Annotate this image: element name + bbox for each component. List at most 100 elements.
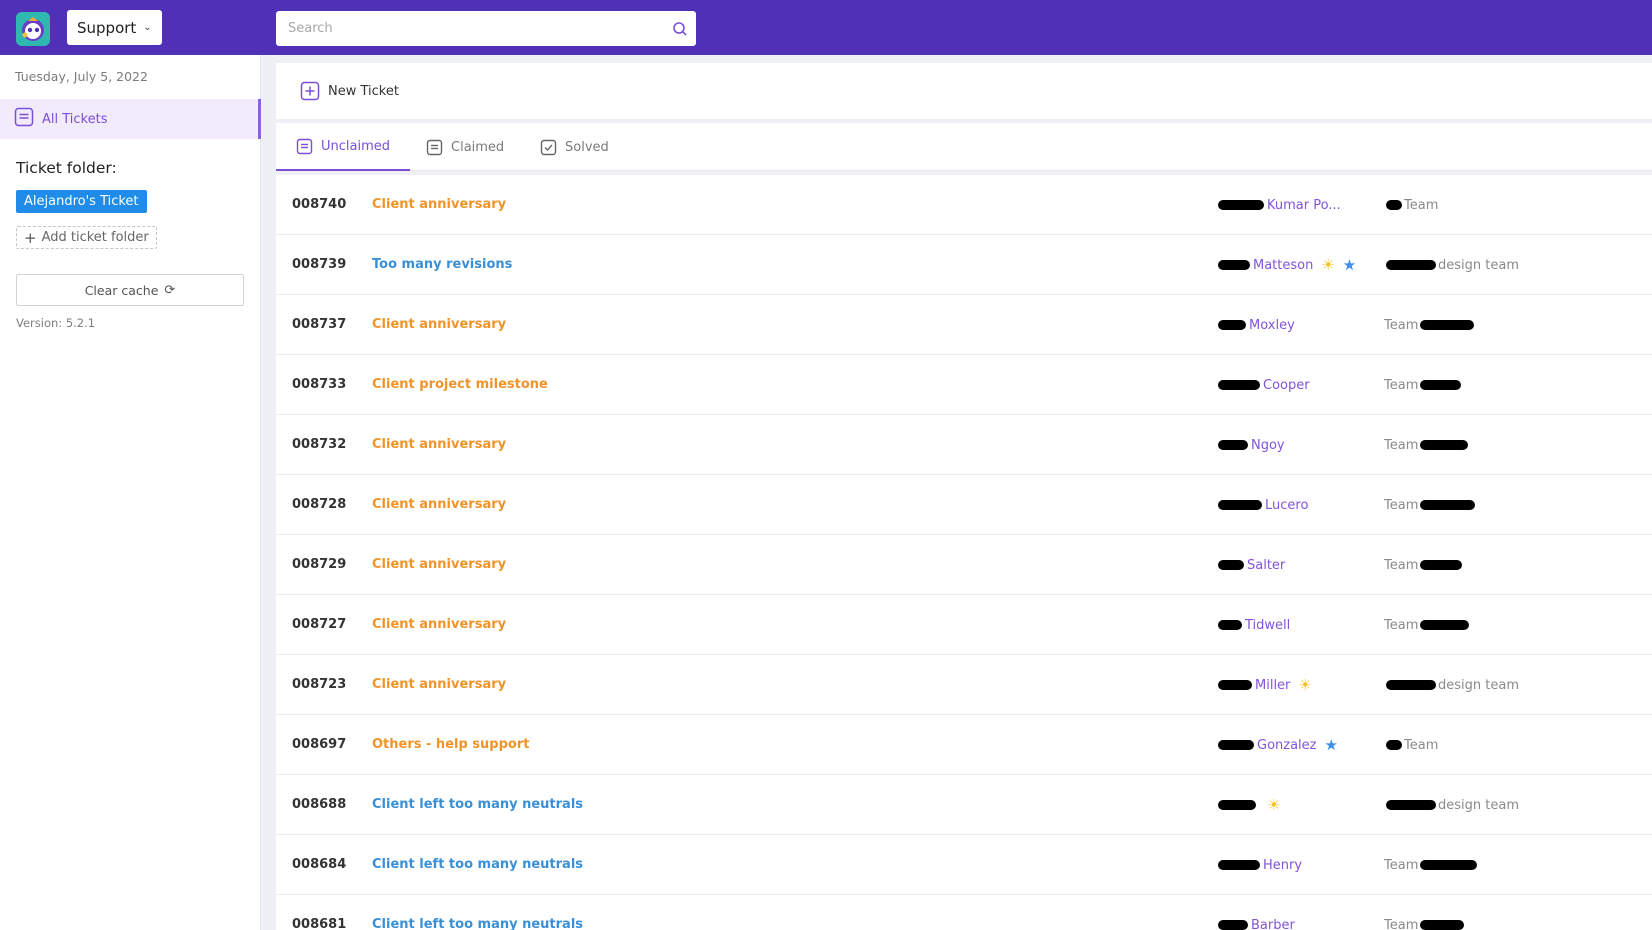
workspace-dropdown[interactable]: Support ⌄ xyxy=(67,10,162,45)
redacted-team-mark xyxy=(1420,860,1478,870)
current-date: Tuesday, July 5, 2022 xyxy=(15,69,148,84)
ticket-row[interactable]: 008740 Client anniversary Kumar Po... Team xyxy=(276,175,1652,235)
tab-claimed[interactable]: Claimed xyxy=(406,123,524,171)
ticket-id: 008688 xyxy=(292,797,347,812)
redacted-team-mark xyxy=(1420,440,1469,450)
app-logo-icon[interactable] xyxy=(16,12,50,46)
ticket-subject[interactable]: Client left too many neutrals xyxy=(372,835,583,895)
redacted-name-mark xyxy=(1218,680,1252,690)
team-name: Team xyxy=(1384,377,1419,393)
ticket-subject[interactable]: Client anniversary xyxy=(372,535,506,595)
ticket-assignee[interactable]: Tidwell xyxy=(1218,595,1290,655)
team-name: Team xyxy=(1384,617,1419,633)
ticket-subject[interactable]: Others - help support xyxy=(372,715,529,775)
ticket-id: 008732 xyxy=(292,437,347,452)
ticket-team: Team xyxy=(1384,535,1464,595)
redacted-name-mark xyxy=(1218,200,1264,210)
ticket-team: design team xyxy=(1384,775,1519,835)
ticket-row[interactable]: 008737 Client anniversary Moxley Team xyxy=(276,295,1652,355)
ticket-row[interactable]: 008688 Client left too many neutrals ☀ desi… xyxy=(276,775,1652,835)
ticket-subject[interactable]: Client anniversary xyxy=(372,295,506,355)
ticket-subject[interactable]: Client project milestone xyxy=(372,355,548,415)
clear-cache-button[interactable]: Clear cache ⟳ xyxy=(16,274,244,306)
redacted-name-mark xyxy=(1218,500,1262,510)
ticket-assignee[interactable]: Miller ☀ xyxy=(1218,655,1312,715)
team-name: Team xyxy=(1384,317,1419,333)
ticket-id: 008739 xyxy=(292,257,347,272)
redacted-team-mark xyxy=(1386,740,1402,750)
team-name: Team xyxy=(1384,437,1419,453)
assignee-name: Henry xyxy=(1263,857,1303,873)
assignee-name: Ngoy xyxy=(1251,437,1285,453)
team-name: design team xyxy=(1438,257,1519,273)
team-name: Team xyxy=(1384,497,1419,513)
tab-label: Solved xyxy=(565,139,609,155)
assignee-name: Kumar Po... xyxy=(1267,197,1341,213)
redacted-name-mark xyxy=(1218,440,1248,450)
team-name: Team xyxy=(1384,557,1419,573)
ticket-assignee[interactable]: Gonzalez ★ xyxy=(1218,715,1338,775)
add-ticket-folder-button[interactable]: + Add ticket folder xyxy=(16,226,157,249)
ticket-assignee[interactable]: Henry xyxy=(1218,835,1302,895)
ticket-row[interactable]: 008729 Client anniversary Salter Team xyxy=(276,535,1652,595)
ticket-assignee[interactable]: Ngoy xyxy=(1218,415,1285,475)
ticket-subject[interactable]: Too many revisions xyxy=(372,235,512,295)
sidebar-item-all-tickets[interactable]: All Tickets xyxy=(0,99,261,139)
assignee-name: Lucero xyxy=(1265,497,1309,513)
app-version: Version: 5.2.1 xyxy=(16,316,96,330)
ticket-id: 008733 xyxy=(292,377,347,392)
tab-solved[interactable]: Solved xyxy=(520,123,629,171)
ticket-id: 008728 xyxy=(292,497,347,512)
sun-icon: ☀ xyxy=(1321,255,1335,274)
ticket-subject[interactable]: Client left too many neutrals xyxy=(372,775,583,835)
assignee-name: Tidwell xyxy=(1245,617,1291,633)
search-bar[interactable] xyxy=(276,11,696,46)
ticket-folder-item[interactable]: Alejandro's Ticket xyxy=(16,190,147,213)
ticket-team: Team xyxy=(1384,175,1438,235)
ticket-row[interactable]: 008727 Client anniversary Tidwell Team xyxy=(276,595,1652,655)
new-ticket-label: New Ticket xyxy=(328,83,399,99)
ticket-folder-heading: Ticket folder: xyxy=(16,159,117,177)
ticket-row[interactable]: 008739 Too many revisions Matteson ☀ ★ design… xyxy=(276,235,1652,295)
sun-icon: ☀ xyxy=(1298,675,1312,694)
ticket-status-tabs: Unclaimed Claimed Solved xyxy=(276,123,1652,171)
ticket-subject[interactable]: Client left too many neutrals xyxy=(372,895,583,930)
ticket-row[interactable]: 008697 Others - help support Gonzalez ★ Team xyxy=(276,715,1652,775)
ticket-list: 008740 Client anniversary Kumar Po... Team 0… xyxy=(276,175,1652,930)
ticket-id: 008697 xyxy=(292,737,347,752)
ticket-assignee[interactable]: Lucero xyxy=(1218,475,1308,535)
ticket-row[interactable]: 008681 Client left too many neutrals Barbe… xyxy=(276,895,1652,930)
ticket-team: Team xyxy=(1384,715,1438,775)
ticket-row[interactable]: 008684 Client left too many neutrals Henry… xyxy=(276,835,1652,895)
ticket-assignee[interactable]: ☀ xyxy=(1218,775,1280,835)
ticket-row[interactable]: 008728 Client anniversary Lucero Team xyxy=(276,475,1652,535)
search-icon[interactable] xyxy=(664,21,696,37)
new-ticket-button[interactable]: New Ticket xyxy=(300,81,399,101)
tab-unclaimed[interactable]: Unclaimed xyxy=(276,123,411,171)
ticket-assignee[interactable]: Moxley xyxy=(1218,295,1295,355)
ticket-assignee[interactable]: Salter xyxy=(1218,535,1285,595)
redacted-name-mark xyxy=(1218,380,1260,390)
ticket-assignee[interactable]: Kumar Po... xyxy=(1218,175,1341,235)
search-input[interactable] xyxy=(276,11,664,46)
ticket-row[interactable]: 008732 Client anniversary Ngoy Team xyxy=(276,415,1652,475)
ticket-assignee[interactable]: Barber xyxy=(1218,895,1295,930)
ticket-subject[interactable]: Client anniversary xyxy=(372,415,506,475)
ticket-subject[interactable]: Client anniversary xyxy=(372,655,506,715)
ticket-subject[interactable]: Client anniversary xyxy=(372,175,506,235)
tab-label: Unclaimed xyxy=(321,138,391,154)
ticket-assignee[interactable]: Cooper xyxy=(1218,355,1310,415)
ticket-team: Team xyxy=(1384,415,1470,475)
claimed-icon xyxy=(426,139,443,156)
clear-cache-label: Clear cache xyxy=(84,282,159,298)
ticket-subject[interactable]: Client anniversary xyxy=(372,595,506,655)
ticket-team: Team xyxy=(1384,355,1463,415)
assignee-name: Matteson xyxy=(1253,257,1314,273)
ticket-assignee[interactable]: Matteson ☀ ★ xyxy=(1218,235,1356,295)
team-name: Team xyxy=(1384,917,1419,930)
add-ticket-folder-label: Add ticket folder xyxy=(41,230,149,245)
new-ticket-bar: New Ticket xyxy=(276,63,1652,119)
ticket-row[interactable]: 008733 Client project milestone Cooper Team xyxy=(276,355,1652,415)
ticket-row[interactable]: 008723 Client anniversary Miller ☀ design te… xyxy=(276,655,1652,715)
ticket-subject[interactable]: Client anniversary xyxy=(372,475,506,535)
